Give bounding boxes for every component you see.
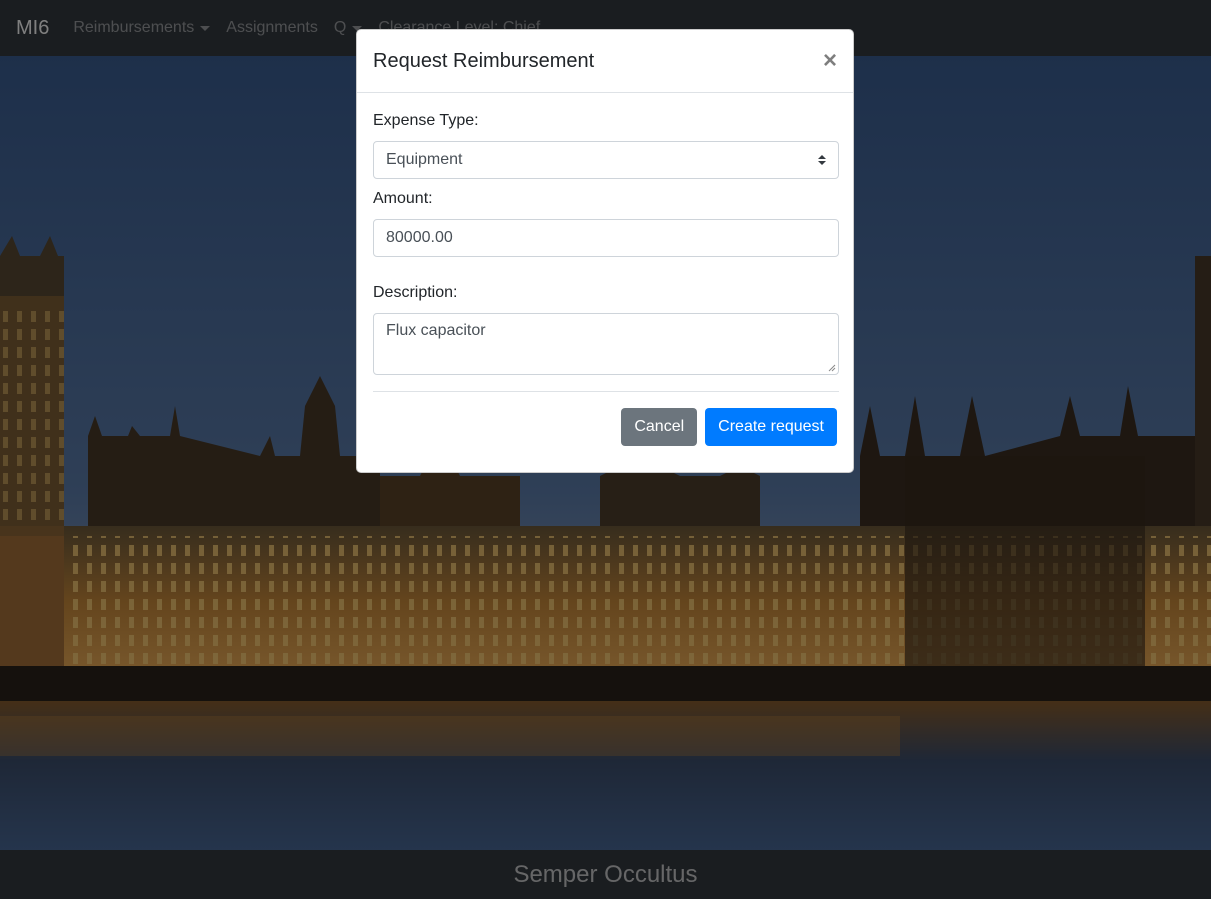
amount-label: Amount: — [373, 190, 433, 207]
expense-type-label: Expense Type: — [373, 112, 479, 129]
description-value: Flux capacitor — [386, 322, 486, 339]
expense-type-select[interactable]: Equipment — [373, 141, 839, 179]
description-label: Description: — [373, 284, 458, 301]
modal-footer: Cancel Create request — [357, 408, 853, 446]
description-textarea[interactable]: Flux capacitor — [373, 313, 839, 375]
request-reimbursement-modal: Request Reimbursement × Expense Type: Eq… — [356, 29, 854, 473]
select-arrows-icon — [818, 155, 826, 165]
modal-title: Request Reimbursement — [373, 49, 595, 72]
modal-body: Expense Type: Equipment Amount: 80000.00… — [357, 93, 853, 392]
amount-value: 80000.00 — [386, 229, 453, 246]
resize-grip-icon[interactable] — [828, 364, 836, 372]
modal-header: Request Reimbursement × — [357, 30, 853, 93]
create-request-button[interactable]: Create request — [705, 408, 837, 446]
close-icon[interactable]: × — [823, 49, 837, 73]
amount-input[interactable]: 80000.00 — [373, 219, 839, 257]
expense-type-value: Equipment — [386, 151, 463, 168]
modal-divider — [373, 391, 839, 392]
cancel-button[interactable]: Cancel — [621, 408, 698, 446]
